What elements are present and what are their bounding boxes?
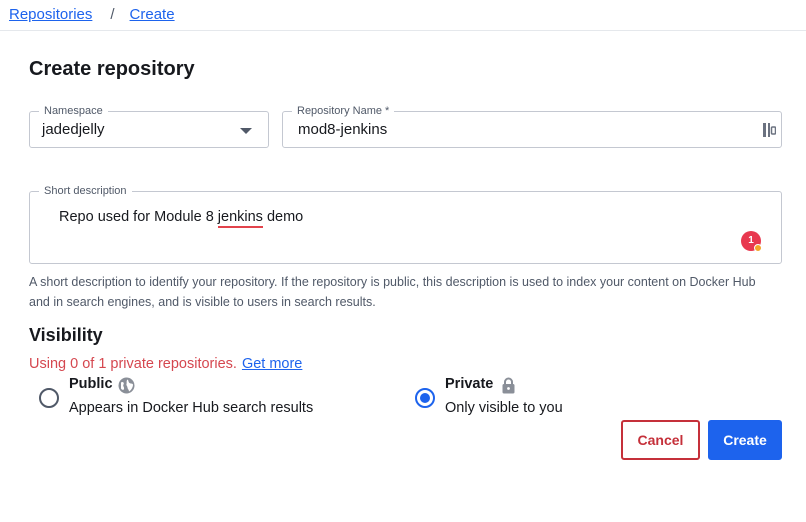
repository-name-value: mod8-jenkins — [298, 121, 388, 138]
breadcrumb: Repositories / Create — [9, 4, 175, 24]
private-repo-usage: Using 0 of 1 private repositories. Get mo… — [29, 356, 302, 372]
repository-name-field[interactable]: Repository Name * mod8-jenkins — [282, 104, 782, 148]
header-divider — [0, 30, 806, 31]
visibility-title: Visibility — [29, 325, 103, 345]
create-repository-page: Repositories / Create Create repository … — [0, 0, 806, 522]
private-radio[interactable] — [415, 388, 435, 408]
short-description-value: Repo used for Module 8 jenkins demo — [59, 209, 304, 228]
namespace-label: Namespace — [39, 104, 108, 118]
usage-text: Using 0 of 1 private repositories. — [29, 356, 237, 372]
password-manager-icon[interactable] — [763, 122, 776, 138]
private-option-description: Only visible to you — [445, 400, 563, 416]
breadcrumb-create-link[interactable]: Create — [130, 6, 175, 23]
private-option-title[interactable]: Private — [445, 376, 493, 392]
breadcrumb-separator: / — [110, 5, 115, 23]
lock-icon — [502, 377, 515, 394]
globe-icon — [118, 377, 135, 394]
short-description-field[interactable]: Short description Repo used for Module 8… — [29, 184, 782, 264]
get-more-link[interactable]: Get more — [242, 356, 302, 372]
repository-name-label: Repository Name * — [292, 104, 395, 118]
grammar-badge-count: 1 — [748, 235, 754, 246]
public-radio[interactable] — [39, 388, 59, 408]
description-text-end: demo — [262, 209, 304, 225]
public-option-description: Appears in Docker Hub search results — [69, 400, 314, 416]
public-option-title[interactable]: Public — [69, 376, 113, 392]
create-button[interactable]: Create — [708, 420, 782, 460]
description-text-start: Repo used for Module 8 — [59, 209, 218, 225]
short-description-label: Short description — [39, 184, 132, 198]
chevron-down-icon[interactable] — [240, 128, 252, 134]
namespace-select[interactable]: Namespace jadedjelly — [29, 104, 269, 148]
grammar-status-dot — [754, 244, 762, 252]
spellcheck-flagged-word[interactable]: jenkins — [217, 209, 263, 228]
short-description-helper: A short description to identify your rep… — [29, 275, 756, 309]
breadcrumb-repositories-link[interactable]: Repositories — [9, 6, 92, 23]
cancel-button[interactable]: Cancel — [621, 420, 700, 460]
page-title: Create repository — [29, 58, 195, 80]
grammar-checker-badge[interactable]: 1 — [741, 231, 762, 252]
namespace-value: jadedjelly — [42, 121, 105, 138]
